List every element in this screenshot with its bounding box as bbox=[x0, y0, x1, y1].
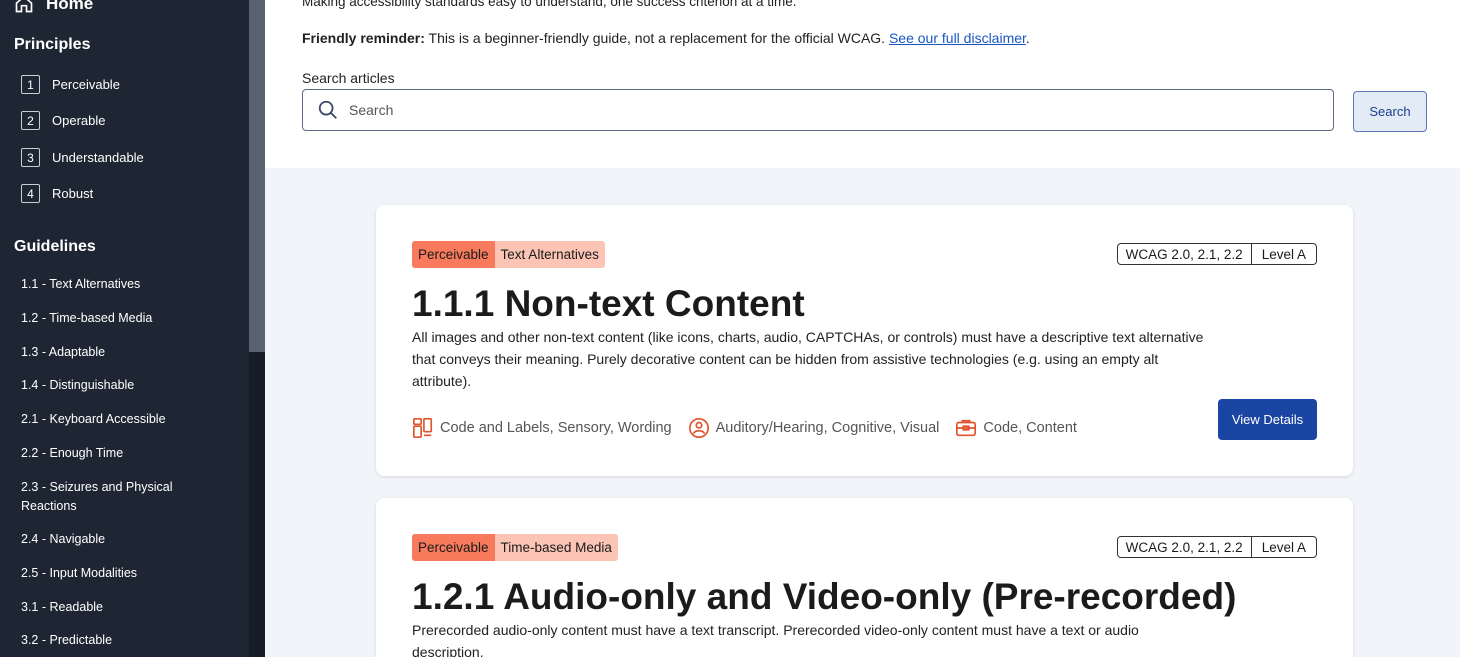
sidebar-item-guideline[interactable]: 2.5 - Input Modalities bbox=[21, 564, 221, 583]
card-title: 1.2.1 Audio-only and Video-only (Pre-rec… bbox=[412, 576, 1237, 617]
reminder-label: Friendly reminder: bbox=[302, 30, 425, 46]
search-button[interactable]: Search bbox=[1353, 91, 1427, 132]
tagline: Making accessibility standards easy to u… bbox=[302, 0, 797, 9]
sidebar-item-guideline[interactable]: 2.1 - Keyboard Accessible bbox=[21, 410, 221, 429]
search-field[interactable] bbox=[302, 89, 1334, 131]
sidebar-item-guideline[interactable]: 2.3 - Seizures and Physical Reactions bbox=[21, 478, 191, 516]
wcag-level: Level A bbox=[1250, 244, 1316, 264]
sidebar-item-perceivable[interactable]: 1 Perceivable bbox=[21, 75, 120, 94]
principle-label: Understandable bbox=[52, 150, 144, 165]
roles-meta: Code, Content bbox=[955, 417, 1077, 439]
card-description: Prerecorded audio-only content must have… bbox=[412, 622, 1139, 657]
sidebar-item-guideline[interactable]: 3.1 - Readable bbox=[21, 598, 221, 617]
sidebar-item-guideline[interactable]: 1.3 - Adaptable bbox=[21, 343, 221, 362]
wcag-versions: WCAG 2.0, 2.1, 2.2 bbox=[1125, 539, 1243, 555]
principle-number: 4 bbox=[21, 184, 40, 203]
card-meta: Code and Labels, Sensory, Wording Audito… bbox=[412, 417, 1093, 439]
home-label: Home bbox=[46, 0, 94, 13]
principles-heading: Principles bbox=[14, 36, 91, 53]
sidebar: Home Principles 1 Perceivable 2 Operable… bbox=[0, 0, 265, 657]
categories-meta: Code and Labels, Sensory, Wording bbox=[412, 417, 672, 439]
wcag-versions: WCAG 2.0, 2.1, 2.2 bbox=[1125, 246, 1243, 262]
guidelines-heading: Guidelines bbox=[14, 238, 96, 255]
principle-label: Perceivable bbox=[52, 77, 120, 92]
principle-label: Robust bbox=[52, 186, 94, 201]
principle-number: 1 bbox=[21, 75, 40, 94]
principle-tag: Perceivable bbox=[412, 241, 495, 268]
page-header: Making accessibility standards easy to u… bbox=[265, 0, 1460, 168]
disclaimer-link[interactable]: See our full disclaimer bbox=[889, 30, 1026, 46]
sidebar-item-guideline[interactable]: 1.2 - Time-based Media bbox=[21, 309, 221, 328]
wcag-level: Level A bbox=[1250, 537, 1316, 557]
principle-tag: Perceivable bbox=[412, 534, 495, 561]
wcag-badge: WCAG 2.0, 2.1, 2.2 Level A bbox=[1116, 536, 1317, 558]
article-card: Perceivable Time-based Media WCAG 2.0, 2… bbox=[376, 498, 1353, 657]
home-icon bbox=[15, 0, 33, 13]
disabilities-meta: Auditory/Hearing, Cognitive, Visual bbox=[688, 417, 940, 439]
disabilities-text: Auditory/Hearing, Cognitive, Visual bbox=[715, 420, 940, 436]
card-title: 1.1.1 Non-text Content bbox=[412, 283, 805, 324]
reminder-end: . bbox=[1025, 30, 1030, 46]
sidebar-item-guideline[interactable]: 1.4 - Distinguishable bbox=[21, 376, 221, 395]
guideline-tag: Time-based Media bbox=[494, 534, 618, 561]
sidebar-item-guideline[interactable]: 1.1 - Text Alternatives bbox=[21, 275, 221, 294]
reminder-text: This is a beginner-friendly guide, not a… bbox=[424, 30, 889, 46]
search-icon bbox=[318, 100, 337, 119]
category-icon bbox=[413, 418, 433, 438]
guideline-tag: Text Alternatives bbox=[494, 241, 605, 268]
principle-label: Operable bbox=[52, 113, 106, 128]
sidebar-item-guideline[interactable]: 2.4 - Navigable bbox=[21, 530, 221, 549]
article-card: Perceivable Text Alternatives WCAG 2.0, … bbox=[376, 205, 1353, 476]
sidebar-item-operable[interactable]: 2 Operable bbox=[21, 111, 105, 130]
sidebar-scrollbar-thumb[interactable] bbox=[249, 0, 265, 352]
card-tags: Perceivable Text Alternatives bbox=[412, 241, 605, 268]
home-link[interactable]: Home bbox=[14, 0, 93, 14]
search-label: Search articles bbox=[302, 70, 395, 86]
roles-text: Code, Content bbox=[983, 420, 1077, 436]
sidebar-item-guideline[interactable]: 3.2 - Predictable bbox=[21, 631, 221, 650]
sidebar-item-understandable[interactable]: 3 Understandable bbox=[21, 148, 144, 167]
wcag-badge: WCAG 2.0, 2.1, 2.2 Level A bbox=[1116, 243, 1317, 265]
principle-number: 3 bbox=[21, 148, 40, 167]
person-icon bbox=[688, 418, 709, 438]
sidebar-item-robust[interactable]: 4 Robust bbox=[21, 184, 93, 203]
toolbox-icon bbox=[956, 419, 977, 437]
principle-number: 2 bbox=[21, 111, 40, 130]
categories-text: Code and Labels, Sensory, Wording bbox=[440, 420, 672, 436]
card-description: All images and other non-text content (l… bbox=[412, 329, 1204, 389]
search-input[interactable] bbox=[349, 102, 1249, 118]
friendly-reminder: Friendly reminder: This is a beginner-fr… bbox=[302, 30, 1030, 46]
sidebar-item-guideline[interactable]: 2.2 - Enough Time bbox=[21, 444, 221, 463]
card-tags: Perceivable Time-based Media bbox=[412, 534, 618, 561]
view-details-button[interactable]: View Details bbox=[1218, 399, 1317, 440]
